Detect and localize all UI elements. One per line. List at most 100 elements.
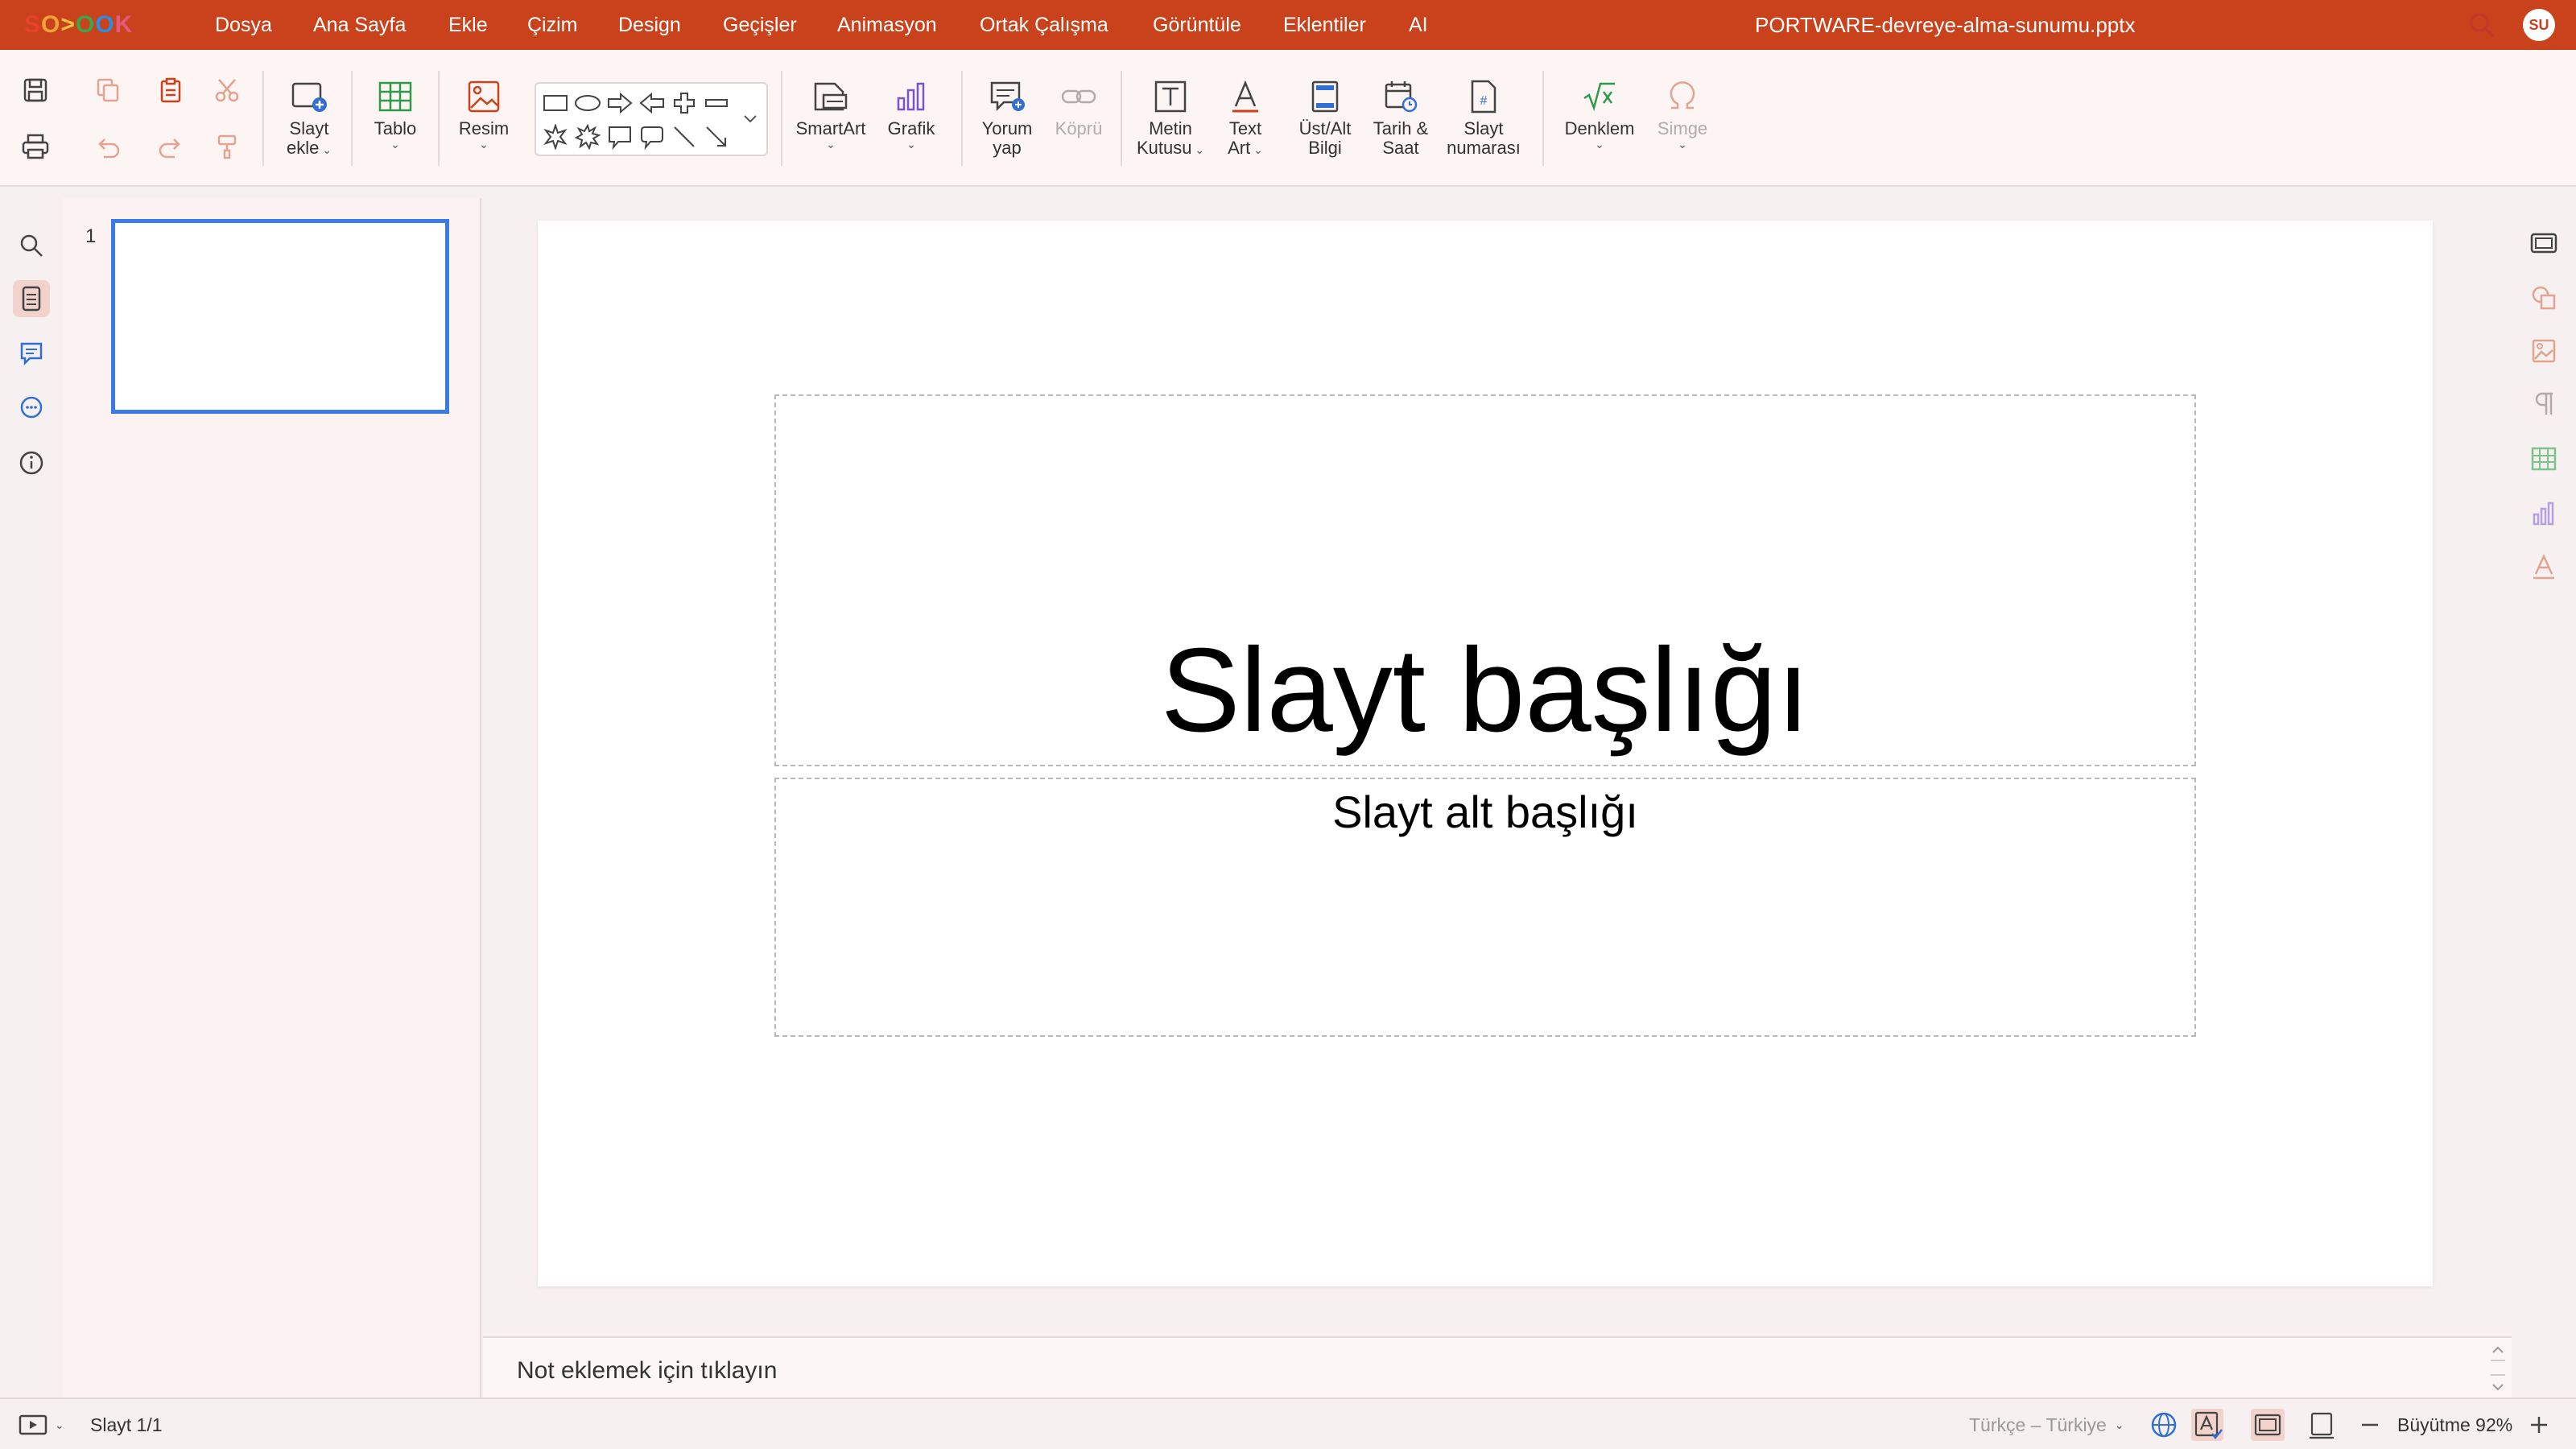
chevron-down-icon: ⌄ [390,138,400,151]
paste-icon[interactable] [153,72,188,108]
star-shape-icon[interactable] [539,121,572,153]
date-time-label-1: Tarih & [1373,118,1429,138]
menu-view[interactable]: Görüntüle [1153,0,1241,50]
format-painter-icon[interactable] [209,129,245,164]
burst-shape-icon[interactable] [572,121,604,153]
fit-slide-icon[interactable] [2249,1399,2286,1449]
menu-design[interactable]: Design [618,0,681,50]
notes-panel[interactable]: Not eklemek için tıklayın [483,1336,2512,1397]
textart-settings-icon[interactable] [2526,549,2562,584]
insert-textart-button[interactable]: Text Art ⌄ [1217,79,1274,158]
image-icon [468,80,500,113]
ribbon-toolbar: Slayt ekle ⌄ Tablo ⌄ Resim ⌄ SmartArt ⌄ [0,50,2576,187]
ribbon-separator [1121,71,1122,166]
table-settings-icon[interactable] [2526,441,2562,477]
spellcheck-icon[interactable] [2190,1399,2225,1449]
menu-transitions[interactable]: Geçişler [723,0,797,50]
language-selector[interactable]: Türkçe – Türkiye ⌄ [1969,1399,2124,1449]
avatar[interactable]: SU [2523,9,2555,41]
chevron-down-icon: ⌄ [1250,143,1263,156]
insert-textbox-button[interactable]: Metin Kutusu ⌄ [1130,79,1211,158]
chat-icon[interactable] [13,390,50,427]
menu-insert[interactable]: Ekle [448,0,488,50]
slides-panel-icon[interactable] [13,280,50,317]
callout-shape-icon[interactable] [604,121,636,153]
menu-animation[interactable]: Animasyon [837,0,937,50]
undo-icon[interactable] [90,129,126,164]
add-comment-button[interactable]: Yorum yap [971,79,1043,158]
add-slide-button[interactable]: Slayt ekle ⌄ [277,79,341,158]
menu-home[interactable]: Ana Sayfa [313,0,406,50]
chart-settings-icon[interactable] [2526,496,2562,531]
insert-chart-button[interactable]: Grafik ⌄ [879,79,943,150]
rectangle-shape-icon[interactable] [539,87,572,119]
textart-icon [1232,80,1258,113]
insert-equation-button[interactable]: Denklem ⌄ [1558,79,1641,150]
chevron-down-icon: ⌄ [906,138,916,151]
header-footer-button[interactable]: Üst/Alt Bilgi [1286,79,1364,158]
logo-letter: K [114,11,134,38]
menu-draw[interactable]: Çizim [527,0,578,50]
chevron-down-icon[interactable] [736,103,765,135]
search-icon[interactable] [2468,11,2496,39]
start-slideshow-button[interactable]: ⌄ [18,1399,64,1449]
paragraph-settings-icon[interactable] [2526,386,2562,422]
link-icon [1061,89,1096,104]
insert-link-button[interactable]: Köprü [1046,79,1111,138]
notes-placeholder[interactable]: Not eklemek için tıklayın [517,1357,777,1385]
insert-image-button[interactable]: Resim ⌄ [449,79,518,150]
ellipse-shape-icon[interactable] [572,87,604,119]
insert-symbol-button[interactable]: Simge ⌄ [1650,79,1715,150]
shape-settings-icon[interactable] [2526,280,2562,316]
plus-shape-icon[interactable] [668,87,700,119]
zoom-level: Büyütme 92% [2397,1414,2513,1435]
slide-canvas[interactable]: Slayt başlığı Slayt alt başlığı [538,221,2433,1286]
info-icon[interactable] [13,444,50,481]
fit-width-icon[interactable] [2307,1399,2336,1449]
cut-icon[interactable] [209,72,245,108]
insert-smartart-button[interactable]: SmartArt ⌄ [791,79,871,150]
menu-plugins[interactable]: Eklentiler [1283,0,1366,50]
textart-label-1: Text [1228,118,1262,138]
redo-icon[interactable] [153,129,188,164]
title-placeholder[interactable]: Slayt başlığı [774,394,2196,766]
svg-text:#: # [1480,94,1488,108]
slide-number-button[interactable]: # Slayt numarası [1439,79,1528,158]
menu-ai[interactable]: AI [1409,0,1428,50]
table-icon [378,81,412,112]
insert-table-button[interactable]: Tablo ⌄ [362,79,428,150]
search-icon[interactable] [13,227,50,264]
zoom-out-button[interactable] [2359,1399,2381,1449]
header-footer-label-1: Üst/Alt [1298,118,1352,138]
subtitle-placeholder[interactable]: Slayt alt başlığı [774,778,2196,1037]
chevron-down-icon: ⌄ [2114,1418,2124,1431]
zoom-in-button[interactable] [2528,1399,2550,1449]
date-time-button[interactable]: Tarih & Saat [1362,79,1439,158]
menu-file[interactable]: Dosya [215,0,272,50]
chevron-down-icon[interactable]: ⌄ [55,1419,64,1430]
slide-number-label-1: Slayt [1463,118,1504,138]
left-arrow-shape-icon[interactable] [636,87,668,119]
line-shape-icon[interactable] [668,121,700,153]
arrow-line-shape-icon[interactable] [700,121,733,153]
rounded-callout-shape-icon[interactable] [636,121,668,153]
equation-label: Denklem [1564,118,1635,138]
save-icon[interactable] [18,72,53,108]
link-label: Köprü [1055,118,1103,138]
image-settings-icon[interactable] [2526,333,2562,369]
menu-collaboration[interactable]: Ortak Çalışma [980,0,1108,50]
right-properties-rail [2512,198,2576,1397]
ribbon-separator [1542,71,1544,166]
calendar-icon [1385,81,1418,113]
notes-scrollbar[interactable] [2487,1343,2508,1394]
chart-icon [897,82,925,111]
comments-icon[interactable] [13,335,50,372]
print-icon[interactable] [18,129,53,164]
add-slide-icon [291,82,327,112]
slide-settings-icon[interactable] [2526,225,2562,261]
minus-shape-icon[interactable] [700,87,733,119]
copy-icon[interactable] [90,72,126,108]
slide-thumbnail[interactable] [111,219,449,414]
globe-icon[interactable] [2149,1399,2178,1449]
right-arrow-shape-icon[interactable] [604,87,636,119]
